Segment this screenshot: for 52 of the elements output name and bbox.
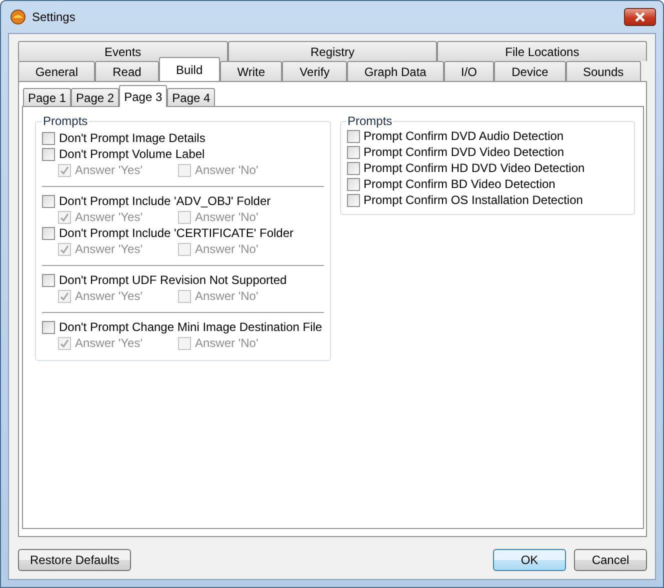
check-icon xyxy=(59,212,70,222)
checkbox-option[interactable]: Prompt Confirm DVD Video Detection xyxy=(346,144,628,160)
checkbox-option[interactable]: Don't Prompt Include 'ADV_OBJ' Folder xyxy=(42,193,324,209)
tab[interactable]: Build xyxy=(158,57,220,81)
page-tab[interactable]: Page 3 xyxy=(119,85,168,107)
checkbox-option[interactable]: Prompt Confirm BD Video Detection xyxy=(346,176,628,192)
tab[interactable]: Registry xyxy=(228,41,438,61)
tab[interactable]: Sounds xyxy=(566,61,641,81)
checkbox-option[interactable]: Don't Prompt Image Details xyxy=(42,130,324,146)
tab[interactable]: I/O xyxy=(444,61,494,81)
checkbox-option[interactable]: Prompt Confirm DVD Audio Detection xyxy=(346,128,628,144)
checkbox-option[interactable]: Don't Prompt Include 'CERTIFICATE' Folder xyxy=(42,225,324,241)
checkbox[interactable] xyxy=(346,194,360,206)
check-icon xyxy=(59,290,70,302)
checkbox[interactable] xyxy=(346,178,360,190)
page-tab[interactable]: Page 4 xyxy=(167,88,216,107)
tab[interactable]: Events xyxy=(18,41,228,61)
window-title: Settings xyxy=(32,10,76,24)
tab[interactable]: Verify xyxy=(282,61,347,81)
checkbox[interactable] xyxy=(346,130,360,142)
dialog-button[interactable]: OK xyxy=(493,549,566,571)
checkbox[interactable] xyxy=(346,146,360,158)
close-button[interactable] xyxy=(624,8,656,26)
checkbox-option[interactable]: Don't Prompt Volume Label xyxy=(42,146,324,162)
dialog-button[interactable]: Cancel xyxy=(574,549,647,571)
close-icon xyxy=(634,12,646,22)
tab[interactable]: Write xyxy=(220,61,282,81)
tab[interactable]: Device xyxy=(494,61,566,81)
checkbox[interactable] xyxy=(346,162,360,174)
check-icon xyxy=(59,164,70,176)
checkbox[interactable] xyxy=(42,132,55,144)
tab[interactable]: Read xyxy=(95,61,159,81)
tab[interactable]: Graph Data xyxy=(347,61,444,81)
group-title: Prompts xyxy=(42,115,89,128)
checkbox-option[interactable]: Don't Prompt Change Mini Image Destination File xyxy=(42,319,324,335)
checkbox-option[interactable]: Don't Prompt UDF Revision Not Supported xyxy=(42,272,324,288)
checkbox[interactable] xyxy=(42,194,55,208)
checkbox-option[interactable]: Prompt Confirm HD DVD Video Detection xyxy=(346,160,628,176)
checkbox-option[interactable]: Prompt Confirm OS Installation Detection xyxy=(346,192,628,208)
tab[interactable]: File Locations xyxy=(437,41,648,61)
app-icon xyxy=(10,9,26,25)
checkbox[interactable] xyxy=(42,274,55,286)
check-icon xyxy=(59,244,70,254)
tab[interactable]: General xyxy=(18,61,96,81)
check-icon xyxy=(59,338,70,348)
checkbox[interactable] xyxy=(42,148,55,160)
checkbox[interactable] xyxy=(42,226,55,240)
restore-defaults-button[interactable]: Restore Defaults xyxy=(18,549,132,571)
page-tab[interactable]: Page 2 xyxy=(71,88,120,107)
page-tab[interactable]: Page 1 xyxy=(23,88,72,107)
checkbox[interactable] xyxy=(42,320,55,334)
group-title: Prompts xyxy=(346,115,394,128)
